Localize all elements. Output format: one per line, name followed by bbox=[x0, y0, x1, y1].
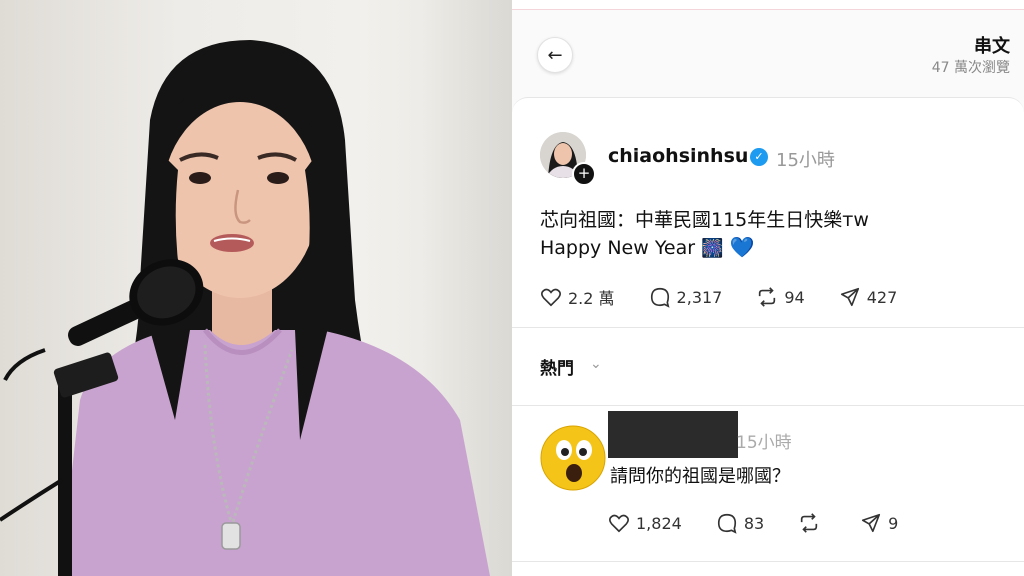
comment-icon bbox=[717, 513, 737, 534]
chevron-down-icon[interactable]: ⌄ bbox=[590, 356, 602, 372]
post-actions: 2.2 萬 2,317 94 427 bbox=[540, 284, 931, 310]
heart-icon bbox=[541, 288, 561, 307]
share-button[interactable]: 427 bbox=[839, 286, 898, 308]
post-greeting: Happy New Year bbox=[540, 237, 696, 259]
reply-share-button[interactable]: 9 bbox=[860, 512, 898, 534]
share-icon bbox=[862, 513, 881, 533]
reply-text: 請問你的祖國是哪國？ bbox=[610, 466, 790, 487]
reply-comment-button[interactable]: 83 bbox=[716, 512, 764, 534]
back-arrow-icon: ← bbox=[547, 44, 563, 66]
verified-badge-icon: ✓ bbox=[750, 148, 768, 166]
right-eye bbox=[267, 172, 289, 184]
comment-count: 2,317 bbox=[676, 287, 723, 307]
share-count: 427 bbox=[866, 287, 898, 307]
threads-screenshot: ← 串文 47 萬次瀏覽 + chiaohsinhsu ✓ 15小時 芯向祖國：… bbox=[512, 0, 1024, 576]
reply-repost-button[interactable] bbox=[798, 512, 826, 534]
person-illustration bbox=[0, 40, 490, 576]
post-text-line1: 芯向祖國：中華民國115年生日快樂ᴛᴡ bbox=[540, 209, 869, 231]
reply-share-count: 9 bbox=[888, 513, 899, 533]
divider bbox=[512, 561, 1024, 562]
left-eye bbox=[189, 172, 211, 184]
shirt bbox=[60, 330, 490, 576]
fireworks-emoji: 🎆 bbox=[701, 238, 724, 259]
divider bbox=[512, 327, 1024, 328]
repost-icon bbox=[801, 513, 818, 533]
reply-timestamp: 15小時 bbox=[736, 433, 792, 453]
speaker-photo bbox=[0, 0, 512, 576]
blue-heart-emoji: 💙 bbox=[729, 235, 755, 259]
repost-count: 94 bbox=[784, 287, 805, 307]
divider bbox=[512, 405, 1024, 406]
mic-cable bbox=[3, 348, 46, 381]
top-strip bbox=[512, 0, 1024, 10]
repost-button[interactable]: 94 bbox=[756, 286, 805, 308]
page-title: 串文 bbox=[974, 36, 1010, 57]
comment-icon bbox=[650, 287, 670, 308]
surprised-face-emoji bbox=[540, 425, 606, 495]
reply-comment-count: 83 bbox=[743, 513, 765, 533]
back-button[interactable]: ← bbox=[537, 37, 573, 73]
comment-button[interactable]: 2,317 bbox=[649, 286, 723, 308]
follow-plus-icon[interactable]: + bbox=[572, 162, 596, 186]
like-count: 2.2 萬 bbox=[568, 289, 615, 308]
share-icon bbox=[840, 287, 859, 307]
post-timestamp: 15小時 bbox=[776, 150, 835, 171]
repost-icon bbox=[759, 287, 776, 307]
post-text-line2: Happy New Year 🎆 💙 bbox=[540, 235, 754, 259]
redacted-username bbox=[608, 411, 738, 458]
reply-like-count: 1,824 bbox=[636, 513, 682, 533]
mic-stand-pole bbox=[58, 380, 72, 576]
mouth bbox=[210, 234, 254, 252]
reply-like-button[interactable]: 1,824 bbox=[608, 512, 682, 534]
view-count: 47 萬次瀏覽 bbox=[931, 60, 1010, 76]
necklace-pendant bbox=[221, 522, 241, 550]
post-username[interactable]: chiaohsinhsu bbox=[608, 145, 748, 167]
sort-dropdown[interactable]: 熱門 bbox=[540, 354, 574, 379]
reply-actions: 1,824 83 9 bbox=[608, 510, 932, 536]
like-button[interactable]: 2.2 萬 bbox=[540, 285, 615, 309]
heart-icon bbox=[609, 514, 629, 533]
